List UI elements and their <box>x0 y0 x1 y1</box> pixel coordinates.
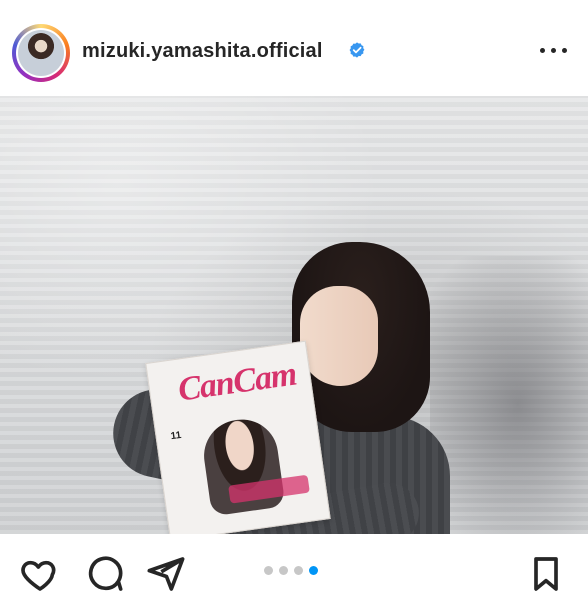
more-options-icon <box>562 48 567 53</box>
magazine-title: CanCam <box>175 355 299 409</box>
avatar-photo <box>18 30 64 76</box>
comment-icon[interactable] <box>84 554 124 594</box>
verified-badge-icon <box>349 42 365 58</box>
face <box>300 286 378 386</box>
more-options-icon <box>551 48 556 53</box>
carousel-dot <box>294 566 303 575</box>
carousel-dot <box>309 566 318 575</box>
bookmark-icon[interactable] <box>526 554 566 594</box>
heart-icon[interactable] <box>20 554 60 594</box>
more-options-icon <box>540 48 545 53</box>
post-image[interactable]: CanCam 11 <box>0 96 588 534</box>
magazine-issue: 11 <box>169 429 183 443</box>
share-icon[interactable] <box>146 554 186 594</box>
carousel-indicator <box>264 566 324 576</box>
carousel-dot <box>264 566 273 575</box>
magazine-cover: CanCam 11 <box>145 340 331 534</box>
username[interactable]: mizuki.yamashita.official <box>82 40 323 63</box>
avatar-image <box>16 28 66 78</box>
carousel-dot <box>279 566 288 575</box>
avatar[interactable] <box>12 24 70 82</box>
post-header: mizuki.yamashita.official <box>0 0 588 96</box>
more-options-button[interactable] <box>538 36 570 64</box>
wall-shadow <box>430 256 588 534</box>
